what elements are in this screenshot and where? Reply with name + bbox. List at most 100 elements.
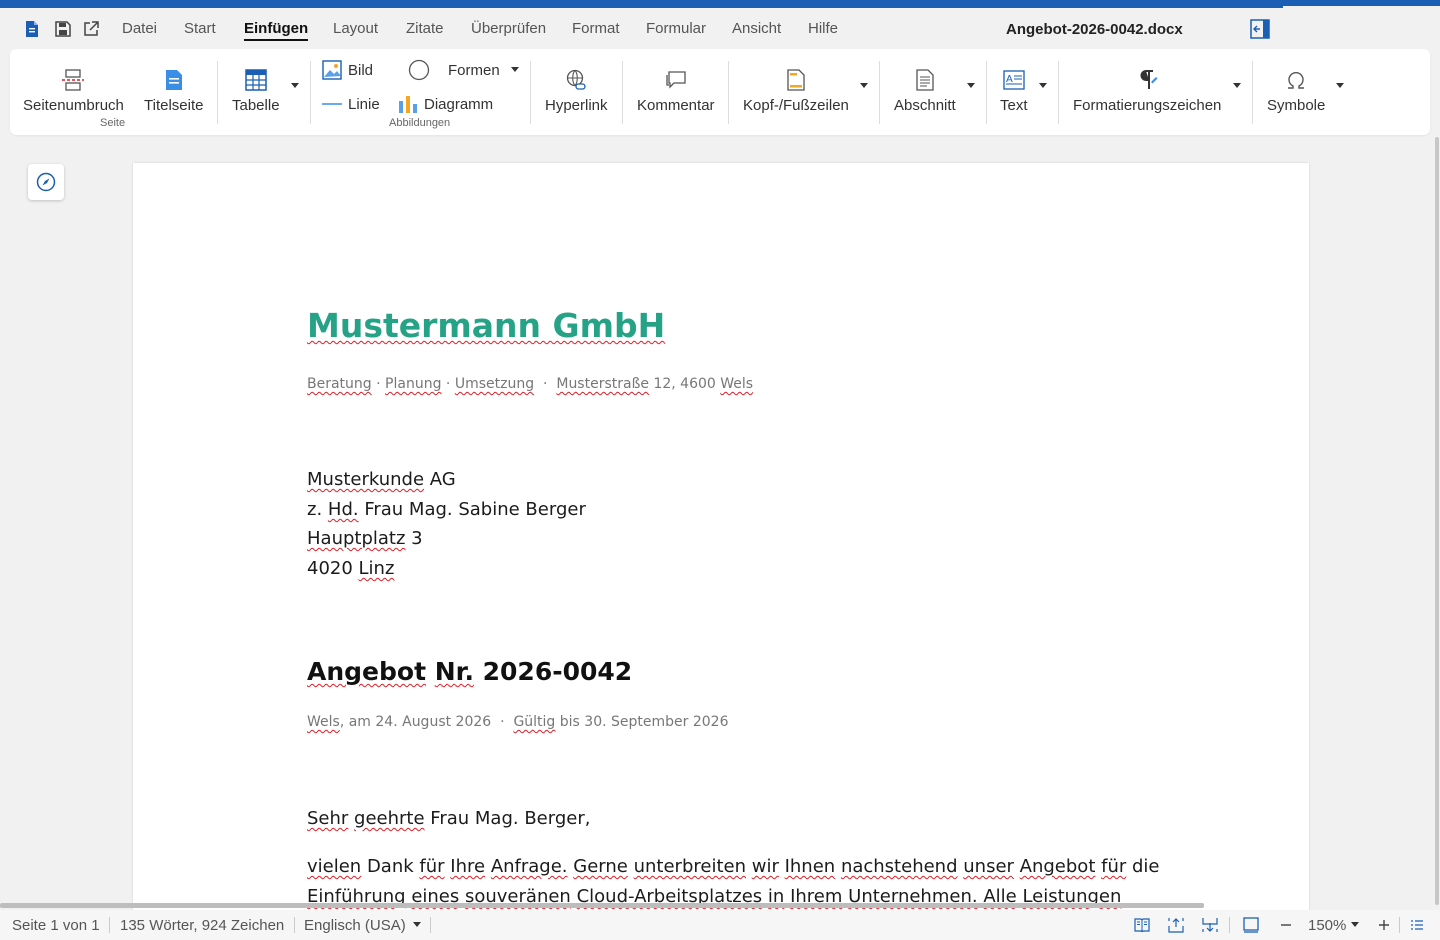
menu-start[interactable]: Start — [184, 20, 216, 37]
line-button[interactable]: Linie — [321, 93, 380, 115]
zoom-out-icon[interactable] — [1278, 917, 1294, 933]
section-icon — [916, 67, 934, 93]
ribbon-separator — [1252, 61, 1253, 124]
group-label-page: Seite — [100, 117, 126, 129]
pilcrow-icon — [1136, 67, 1158, 93]
text-box-icon: A — [1003, 67, 1025, 93]
ribbon-insert: Seitenumbruch Titelseite Seite Tabelle B… — [10, 49, 1430, 135]
hide-whitespace-icon[interactable] — [1202, 917, 1218, 933]
open-external-icon[interactable] — [80, 18, 102, 40]
compass-icon — [36, 172, 56, 192]
menu-hilfe[interactable]: Hilfe — [808, 20, 838, 37]
vertical-scrollbar[interactable] — [1432, 135, 1440, 905]
company-name: Mustermann GmbH — [307, 306, 666, 345]
ribbon-separator — [879, 61, 880, 124]
statusbar: Seite 1 von 1 135 Wörter, 924 Zeichen En… — [0, 910, 1440, 940]
book-view-icon[interactable] — [1134, 917, 1150, 933]
recipient-line-1: Musterkunde AG — [307, 469, 456, 490]
statusbar-separator — [109, 917, 110, 933]
table-icon — [245, 67, 267, 93]
text-box-button[interactable]: A Text — [1000, 67, 1028, 114]
horizontal-scrollbar[interactable] — [0, 903, 1204, 908]
symbols-button[interactable]: Symbole — [1267, 67, 1325, 114]
page-count: Seite 1 von 1 — [12, 917, 100, 934]
formatting-marks-button[interactable]: Formatierungszeichen — [1073, 67, 1221, 114]
recipient-line-3: Hauptplatz 3 — [307, 528, 423, 549]
title-page-button[interactable]: Titelseite — [144, 67, 203, 114]
vertical-scrollbar-thumb[interactable] — [1435, 137, 1439, 905]
comment-button[interactable]: Kommentar — [637, 67, 715, 114]
menu-layout[interactable]: Layout — [333, 20, 378, 37]
language-dropdown-icon — [412, 922, 421, 927]
table-dropdown-icon[interactable] — [291, 83, 299, 88]
menu-ueberpruefen[interactable]: Überprüfen — [471, 20, 546, 37]
save-icon[interactable] — [52, 18, 74, 40]
page-break-button[interactable]: Seitenumbruch — [23, 67, 124, 114]
statusbar-separator — [430, 917, 431, 933]
svg-text:A: A — [1006, 74, 1013, 85]
ribbon-separator — [1058, 61, 1059, 124]
company-tagline: Beratung · Planung · Umsetzung · Musters… — [307, 376, 754, 392]
shapes-button[interactable]: Formen — [408, 59, 500, 81]
body-paragraph-line-1: vielen Dank für Ihre Anfrage. Gerne unte… — [307, 856, 1160, 877]
document-icon[interactable] — [21, 18, 43, 40]
zoom-level-selector[interactable]: 150% — [1308, 917, 1360, 934]
circle-shape-icon — [408, 59, 430, 81]
image-button[interactable]: Bild — [321, 59, 373, 81]
statusbar-separator — [1399, 917, 1400, 933]
language-selector[interactable]: Englisch (USA) — [304, 917, 421, 934]
show-whitespace-icon[interactable] — [1168, 917, 1184, 933]
menu-einfuegen[interactable]: Einfügen — [244, 20, 309, 41]
word-count: 135 Wörter, 924 Zeichen — [120, 917, 285, 934]
navigator-button[interactable] — [28, 164, 64, 200]
header-footer-dropdown-icon[interactable] — [860, 83, 868, 88]
ribbon-separator — [728, 61, 729, 124]
bar-chart-icon — [397, 93, 419, 115]
zoom-in-icon[interactable] — [1376, 917, 1392, 933]
text-dropdown-icon[interactable] — [1039, 83, 1047, 88]
sidebar-toggle-icon[interactable] — [1250, 19, 1270, 39]
header-footer-button[interactable]: Kopf-/Fußzeilen — [743, 67, 849, 114]
statusbar-separator — [1229, 917, 1230, 933]
menu-formular[interactable]: Formular — [646, 20, 706, 37]
chart-button[interactable]: Diagramm — [397, 93, 493, 115]
hyperlink-button[interactable]: Hyperlink — [545, 67, 608, 114]
ribbon-separator — [530, 61, 531, 124]
document-title: Angebot-2026-0042.docx — [1006, 21, 1183, 38]
zoom-dropdown-icon — [1351, 922, 1360, 927]
offer-dateline: Wels, am 24. August 2026 · Gültig bis 30… — [307, 714, 729, 730]
page-view-icon[interactable] — [1243, 917, 1259, 933]
ribbon-separator — [310, 61, 311, 124]
comment-icon — [665, 67, 687, 93]
salutation: Sehr geehrte Frau Mag. Berger, — [307, 808, 591, 829]
globe-link-icon — [565, 67, 587, 93]
statusbar-separator — [294, 917, 295, 933]
title-page-icon — [165, 67, 183, 93]
omega-icon — [1285, 67, 1307, 93]
section-button[interactable]: Abschnitt — [894, 67, 956, 114]
menu-zitate[interactable]: Zitate — [406, 20, 444, 37]
menu-format[interactable]: Format — [572, 20, 620, 37]
recipient-line-4: 4020 Linz — [307, 558, 395, 579]
ribbon-separator — [622, 61, 623, 124]
line-icon — [321, 93, 343, 115]
document-page[interactable]: Mustermann GmbH Beratung · Planung · Ums… — [133, 163, 1309, 923]
table-button[interactable]: Tabelle — [232, 67, 280, 114]
menu-datei[interactable]: Datei — [122, 20, 157, 37]
menubar: Datei Start Einfügen Layout Zitate Überp… — [0, 8, 1440, 50]
offer-heading: Angebot Nr. 2026-0042 — [307, 657, 633, 686]
shapes-dropdown-icon[interactable] — [511, 67, 519, 72]
list-view-icon[interactable] — [1409, 917, 1425, 933]
header-footer-icon — [787, 67, 805, 93]
image-icon — [321, 59, 343, 81]
window-accent-bar-right — [1283, 0, 1440, 6]
group-label-images: Abbildungen — [389, 117, 451, 129]
window-accent-bar — [0, 0, 1283, 8]
ribbon-separator — [986, 61, 987, 124]
page-break-icon — [61, 67, 85, 93]
symbols-dropdown-icon[interactable] — [1336, 83, 1344, 88]
formatting-marks-dropdown-icon[interactable] — [1233, 83, 1241, 88]
ribbon-separator — [217, 61, 218, 124]
menu-ansicht[interactable]: Ansicht — [732, 20, 781, 37]
section-dropdown-icon[interactable] — [967, 83, 975, 88]
